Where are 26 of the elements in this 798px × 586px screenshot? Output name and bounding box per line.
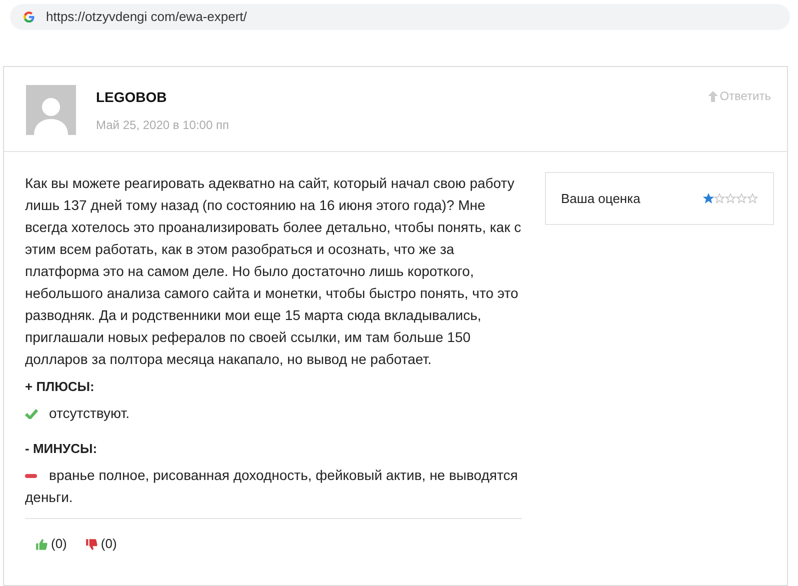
- star-empty-icon[interactable]: [747, 193, 758, 204]
- review-date: Май 25, 2020 в 10:00 пп: [96, 117, 229, 134]
- rating-label: Ваша оценка: [561, 190, 640, 208]
- avatar: [26, 85, 76, 135]
- address-bar[interactable]: https://otzyvdengi com/ewa-expert/: [10, 4, 790, 30]
- dislike-count: (0): [100, 535, 117, 553]
- minus-icon: [25, 474, 37, 478]
- star-empty-icon[interactable]: [725, 193, 736, 204]
- review-text: Как вы можете реагировать адекватно на сайт, который начал свою работу лишь 137 дней тому назад (по состоянию на 16 июня этого года)? Мне всегда хотелось это проанализировать более детально, чтобы понять, как с этим всем работать, как в этом разобраться и осознать, что же за платформа это на самом деле. Но было достаточно лишь короткого, небольшого анализа самого сайта и монетки, чтобы быстро понять, что это разводняк. Да и родственники мои еще 15 марта сюда вкладывались, приглашали новых рефералов по своей ссылки, им там больше 150 долларов за полтора месяца накапало, но вывод не работает.: [25, 174, 522, 369]
- section-heading: + ПЛЮСЫ:: [25, 378, 96, 396]
- thumbs-up-icon: [35, 538, 48, 550]
- dislike-button[interactable]: (0): [84, 533, 117, 555]
- like-button[interactable]: (0): [35, 533, 67, 555]
- like-count: (0): [51, 535, 67, 553]
- star-empty-icon[interactable]: [736, 193, 747, 204]
- url-text[interactable]: https://otzyvdengi com/ewa-expert/: [46, 7, 247, 27]
- section-text: вранье полное, рисованная доходность, фейковый актив, не выводятся деньги.: [25, 466, 519, 507]
- section-heading: - МИНУСЫ:: [25, 440, 98, 458]
- section-text: отсутствуют.: [25, 402, 522, 424]
- author-name: LEGOBOB: [96, 88, 168, 107]
- star-filled-icon[interactable]: [703, 193, 714, 204]
- arrow-up-icon: [708, 90, 718, 102]
- g-logo-icon: [22, 10, 36, 24]
- thumbs-down-icon: [84, 538, 98, 550]
- checkmark-icon: [25, 409, 38, 420]
- star-rating[interactable]: [703, 193, 758, 204]
